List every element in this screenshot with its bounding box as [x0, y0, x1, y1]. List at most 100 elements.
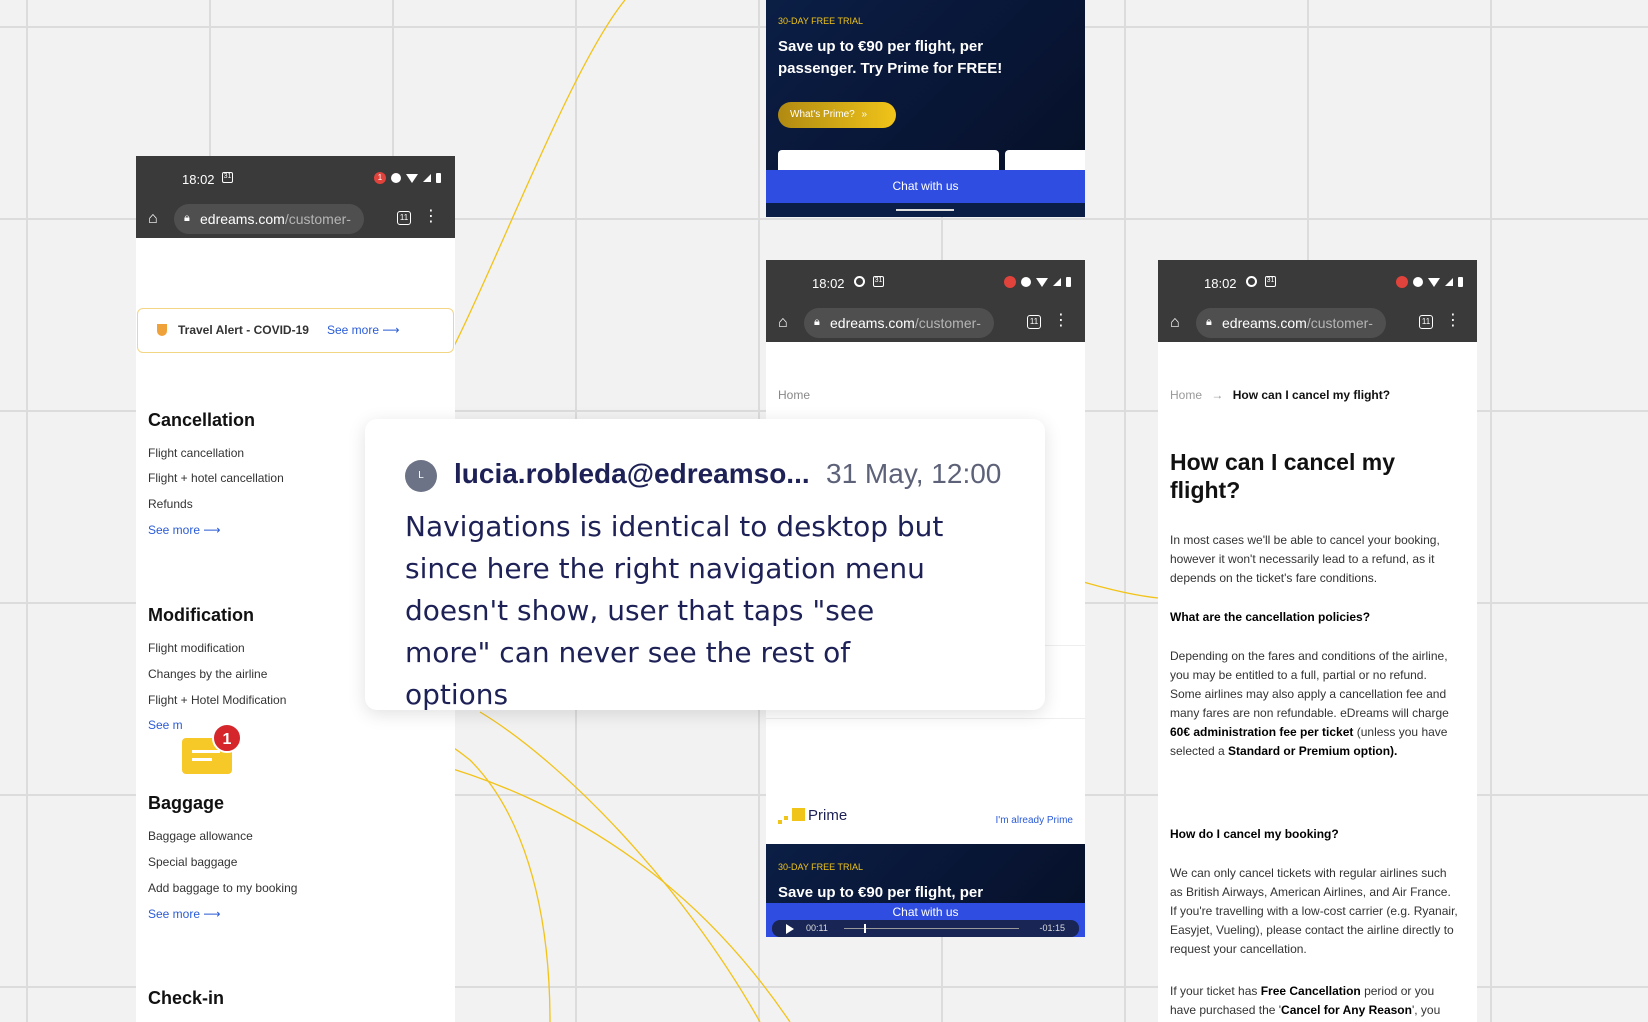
home-icon[interactable]: ⌂	[1170, 314, 1180, 332]
link-refunds[interactable]: Refunds	[148, 497, 193, 511]
status-bar: 18:02 31	[1158, 260, 1477, 304]
whats-prime-button[interactable]: What's Prime? »	[778, 102, 896, 128]
record-icon	[1396, 276, 1408, 288]
link-flight-hotel-modification[interactable]: Flight + Hotel Modification	[148, 693, 286, 707]
already-prime-link[interactable]: I'm already Prime	[996, 815, 1074, 826]
link-add-baggage[interactable]: Add baggage to my booking	[148, 881, 297, 895]
more-vert-icon[interactable]: ⋮	[1445, 313, 1461, 329]
home-icon[interactable]: ⌂	[778, 314, 788, 332]
link-baggage-allowance[interactable]: Baggage allowance	[148, 829, 253, 843]
link-flight-modification[interactable]: Flight modification	[148, 641, 245, 655]
battery-icon	[1066, 277, 1071, 287]
section-title-cancellation: Cancellation	[148, 410, 256, 430]
clock: 18:02	[812, 276, 845, 291]
url-domain: edreams.com	[200, 211, 285, 227]
prime-label: Prime	[808, 807, 848, 824]
breadcrumb-home[interactable]: Home	[778, 388, 810, 402]
travel-alert-see-more[interactable]: See more ⟶	[327, 323, 400, 337]
clock: 18:02	[1204, 276, 1237, 291]
paragraph-how-cancel: We can only cancel tickets with regular …	[1170, 866, 1458, 956]
see-more-cancellation[interactable]: See more ⟶	[148, 523, 221, 537]
avatar: L	[405, 460, 437, 492]
signal-icon	[1053, 278, 1061, 286]
breadcrumb-current: How can I cancel my flight?	[1232, 388, 1391, 402]
record-icon	[1004, 276, 1016, 288]
link-flight-hotel-cancellation[interactable]: Flight + hotel cancellation	[148, 471, 284, 485]
url-domain: edreams.com	[1222, 315, 1307, 331]
dnd-icon	[1021, 277, 1031, 287]
comment-author: lucia.robleda@edreamso...	[454, 458, 810, 489]
url-field[interactable]: 🔒︎ edreams.com/customer-	[804, 308, 994, 338]
url-domain: edreams.com	[830, 315, 915, 331]
location-icon	[854, 276, 865, 287]
arrow-right-icon: ⟶	[382, 323, 400, 337]
url-path: /customer-	[284, 211, 351, 227]
arrow-right-icon: ⟶	[203, 523, 221, 537]
page-title: How can I cancel my flight?	[1170, 449, 1395, 503]
paragraph-free-cancellation: If your ticket has Free Cancellation per…	[1170, 984, 1441, 1017]
wifi-icon	[1036, 277, 1048, 287]
comment-pin[interactable]: 1	[182, 723, 242, 775]
clock: 18:02	[182, 172, 215, 187]
status-bar: 18:02 31	[766, 260, 1085, 304]
heading-how-cancel: How do I cancel my booking?	[1170, 827, 1339, 841]
breadcrumb: Home → How can I cancel my flight?	[1170, 388, 1390, 402]
promo-headline: Save up to €90 per flight, per passenger…	[778, 38, 1003, 77]
video-player[interactable]: 00:11 -01:15	[772, 920, 1079, 937]
battery-icon	[436, 173, 441, 183]
link-special-baggage[interactable]: Special baggage	[148, 855, 237, 869]
browser-url-bar: ⌂ 🔒︎ edreams.com/customer- 11 ⋮	[1158, 304, 1477, 342]
tabs-icon[interactable]: 11	[1027, 315, 1041, 329]
comment-card[interactable]: L lucia.robleda@edreamso... 31 May, 12:0…	[365, 419, 1045, 711]
calendar-icon: 31	[222, 172, 233, 183]
battery-icon	[1458, 277, 1463, 287]
more-vert-icon[interactable]: ⋮	[1053, 313, 1069, 329]
lock-icon: 🔒︎	[1206, 316, 1212, 328]
player-start-time: 00:11	[806, 923, 828, 933]
section-title-modification: Modification	[148, 605, 254, 625]
comment-body: Navigations is identical to desktop but …	[405, 510, 944, 711]
browser-url-bar: ⌂ 🔒︎ edreams.com/customer- 11 ⋮	[766, 304, 1085, 342]
url-path: /customer-	[1306, 315, 1373, 331]
divider	[766, 718, 1085, 719]
link-changes-by-airline[interactable]: Changes by the airline	[148, 667, 267, 681]
url-field[interactable]: 🔒︎ edreams.com/customer-	[1196, 308, 1386, 338]
promo-tag: 30-DAY FREE TRIAL	[778, 16, 864, 26]
see-more-baggage[interactable]: See more ⟶	[148, 907, 221, 921]
calendar-icon: 31	[873, 276, 884, 287]
promo-tag: 30-DAY FREE TRIAL	[778, 862, 864, 872]
breadcrumb-home[interactable]: Home	[1170, 388, 1202, 402]
dnd-icon	[391, 173, 401, 183]
section-title-baggage: Baggage	[148, 793, 225, 813]
lock-icon: 🔒︎	[184, 212, 190, 224]
progress-track[interactable]	[844, 928, 1019, 929]
nav-handle	[896, 209, 954, 211]
comment-badge: 1	[212, 723, 242, 753]
comment-date: 31 May, 12:00	[826, 458, 1002, 489]
play-icon[interactable]	[786, 924, 794, 934]
player-end-time: -01:15	[1039, 923, 1065, 933]
see-more-modification[interactable]: See m	[148, 718, 183, 732]
wifi-icon	[406, 173, 418, 183]
progress-thumb[interactable]	[864, 924, 866, 933]
url-field[interactable]: 🔒︎ edreams.com/customer-	[174, 204, 364, 234]
heading-policies: What are the cancellation policies?	[1170, 610, 1371, 624]
lock-icon: 🔒︎	[814, 316, 820, 328]
top-promo-phone: 30-DAY FREE TRIAL Save up to €90 per fli…	[766, 0, 1085, 217]
link-flight-cancellation[interactable]: Flight cancellation	[148, 446, 244, 460]
travel-alert-banner: Travel Alert - COVID-19 See more ⟶	[137, 308, 454, 353]
location-icon	[1246, 276, 1257, 287]
wifi-icon	[1428, 277, 1440, 287]
url-path: /customer-	[914, 315, 981, 331]
notification-badge-icon: 1	[374, 172, 386, 184]
paragraph-policies: Depending on the fares and conditions of…	[1170, 649, 1449, 758]
tabs-icon[interactable]: 11	[397, 211, 411, 225]
prime-logo-icon	[778, 820, 782, 824]
browser-url-bar: ⌂ 🔒︎ edreams.com/customer- 11 ⋮	[136, 200, 455, 238]
travel-alert-text: Travel Alert - COVID-19	[178, 323, 309, 337]
tabs-icon[interactable]: 11	[1419, 315, 1433, 329]
chat-with-us-button[interactable]: Chat with us	[766, 170, 1085, 203]
home-icon[interactable]: ⌂	[148, 210, 158, 228]
more-vert-icon[interactable]: ⋮	[423, 209, 439, 225]
right-phone: 18:02 31 ⌂ 🔒︎ edreams.com/customer- 11 ⋮…	[1158, 260, 1477, 1022]
